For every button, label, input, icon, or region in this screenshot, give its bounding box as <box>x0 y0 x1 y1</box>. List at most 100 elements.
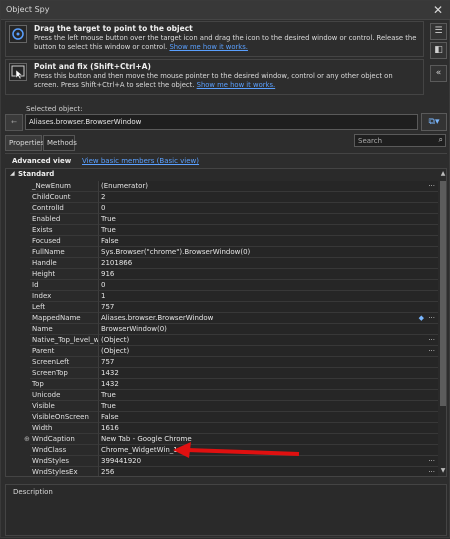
ellipsis-button[interactable]: ··· <box>428 181 435 191</box>
property-name: Enabled <box>30 214 98 225</box>
ellipsis-button[interactable]: ··· <box>428 467 435 476</box>
property-value-text: 256 <box>101 468 115 476</box>
property-value[interactable]: 0 <box>98 280 438 291</box>
point-help-link[interactable]: Show me how it works. <box>197 81 276 89</box>
ellipsis-button[interactable]: ··· <box>428 335 435 345</box>
property-value[interactable]: 256 ··· <box>98 467 438 476</box>
row-gutter <box>6 280 30 291</box>
property-value[interactable]: True <box>98 401 438 412</box>
property-value[interactable]: New Tab - Google Chrome <box>98 434 438 445</box>
property-value[interactable]: 1616 <box>98 423 438 434</box>
property-row[interactable]: FullName Sys.Browser("chrome").BrowserWin… <box>6 247 438 258</box>
property-row[interactable]: ScreenLeft 757 <box>6 357 438 368</box>
property-name: MappedName <box>30 313 98 324</box>
ellipsis-button[interactable]: ··· <box>428 346 435 356</box>
property-value[interactable]: 2101866 <box>98 258 438 269</box>
property-row[interactable]: ControlId 0 <box>6 203 438 214</box>
property-value[interactable]: True <box>98 214 438 225</box>
property-row[interactable]: Left 757 <box>6 302 438 313</box>
row-gutter <box>6 291 30 302</box>
vertical-scrollbar[interactable]: ▲ ▼ <box>439 169 446 476</box>
property-value[interactable]: 1 <box>98 291 438 302</box>
back-arrow-icon[interactable]: ← <box>5 114 23 131</box>
property-value[interactable]: (Object) ··· <box>98 335 438 346</box>
close-icon[interactable]: ✕ <box>433 3 443 17</box>
property-value[interactable]: 1432 <box>98 368 438 379</box>
property-value[interactable]: 0 <box>98 203 438 214</box>
property-value[interactable]: False <box>98 236 438 247</box>
tab-methods[interactable]: Methods <box>43 135 77 151</box>
property-value[interactable]: Aliases.browser.BrowserWindow ◆ ··· <box>98 313 438 324</box>
view-mode-bar: Advanced view View basic members (Basic … <box>5 153 447 167</box>
ellipsis-button[interactable]: ··· <box>428 456 435 466</box>
property-value[interactable]: False <box>98 412 438 423</box>
property-row[interactable]: MappedName Aliases.browser.BrowserWindow ◆… <box>6 313 438 324</box>
tab-properties[interactable]: Properties <box>5 135 44 151</box>
crosshair-target-icon[interactable] <box>9 25 27 43</box>
point-and-fix-icon[interactable] <box>9 63 27 81</box>
property-value[interactable]: Sys.Browser("chrome").BrowserWindow(0) <box>98 247 438 258</box>
property-row[interactable]: VisibleOnScreen False <box>6 412 438 423</box>
mapped-object-icon[interactable]: ◆ <box>419 313 424 323</box>
property-row[interactable]: WndClass Chrome_WidgetWin_1 <box>6 445 438 456</box>
property-row[interactable]: Index 1 <box>6 291 438 302</box>
row-gutter <box>6 192 30 203</box>
row-gutter <box>6 203 30 214</box>
object-browser-icon[interactable]: ◧ <box>430 42 447 59</box>
property-name: WndClass <box>30 445 98 456</box>
property-value[interactable]: 399441920 ··· <box>98 456 438 467</box>
property-value-text: 399441920 <box>101 457 142 465</box>
property-row[interactable]: WndStyles 399441920 ··· <box>6 456 438 467</box>
property-name: ChildCount <box>30 192 98 203</box>
property-row[interactable]: Id 0 <box>6 280 438 291</box>
search-input[interactable]: Search ⌕ <box>354 134 446 147</box>
property-row[interactable]: Parent (Object) ··· <box>6 346 438 357</box>
property-value[interactable]: True <box>98 225 438 236</box>
property-value-text: 0 <box>101 204 106 212</box>
property-value[interactable]: BrowserWindow(0) <box>98 324 438 335</box>
property-value[interactable]: True <box>98 390 438 401</box>
property-row[interactable]: ChildCount 2 <box>6 192 438 203</box>
scroll-up-icon[interactable]: ▲ <box>439 170 446 178</box>
property-row[interactable]: Width 1616 <box>6 423 438 434</box>
expand-icon[interactable]: ⊕ <box>24 434 30 445</box>
property-row[interactable]: Enabled True <box>6 214 438 225</box>
ellipsis-button[interactable]: ··· <box>428 313 435 323</box>
property-row[interactable]: Visible True <box>6 401 438 412</box>
property-row[interactable]: Focused False <box>6 236 438 247</box>
property-value[interactable]: Chrome_WidgetWin_1 <box>98 445 438 456</box>
row-gutter <box>6 247 30 258</box>
property-row[interactable]: _NewEnum (Enumerator) ··· <box>6 181 438 192</box>
selected-object-field[interactable]: Aliases.browser.BrowserWindow <box>25 114 418 130</box>
scroll-down-icon[interactable]: ▼ <box>439 467 446 475</box>
property-value-text: (Object) <box>101 336 130 344</box>
property-value[interactable]: 757 <box>98 357 438 368</box>
property-value[interactable]: 757 <box>98 302 438 313</box>
object-tree-icon[interactable]: ☰ <box>430 23 447 40</box>
property-row[interactable]: Name BrowserWindow(0) <box>6 324 438 335</box>
property-row[interactable]: Native_Top_level_window(Object) ··· <box>6 335 438 346</box>
drag-help-link[interactable]: Show me how it works. <box>169 43 248 51</box>
property-row[interactable]: ⊕ WndCaption New Tab - Google Chrome <box>6 434 438 445</box>
collapse-panel-icon[interactable]: « <box>430 65 447 82</box>
property-row[interactable]: Top 1432 <box>6 379 438 390</box>
property-row[interactable]: WndStylesEx 256 ··· <box>6 467 438 476</box>
property-value[interactable]: 916 <box>98 269 438 280</box>
property-row[interactable]: ScreenTop 1432 <box>6 368 438 379</box>
property-row[interactable]: Height 916 <box>6 269 438 280</box>
property-value[interactable]: 2 <box>98 192 438 203</box>
group-header[interactable]: ◢ Standard <box>6 169 438 180</box>
property-value[interactable]: (Object) ··· <box>98 346 438 357</box>
scrollbar-thumb[interactable] <box>440 181 446 406</box>
property-value[interactable]: (Enumerator) ··· <box>98 181 438 192</box>
basic-view-link[interactable]: View basic members (Basic view) <box>82 157 199 165</box>
row-gutter <box>6 412 30 423</box>
collapse-arrow-icon[interactable]: ◢ <box>10 170 15 177</box>
property-row[interactable]: Unicode True <box>6 390 438 401</box>
property-row[interactable]: Handle 2101866 <box>6 258 438 269</box>
description-panel: Description <box>5 484 447 536</box>
property-value-text: 0 <box>101 281 106 289</box>
highlight-object-button[interactable]: ⧉▾ <box>421 113 447 131</box>
property-value[interactable]: 1432 <box>98 379 438 390</box>
property-row[interactable]: Exists True <box>6 225 438 236</box>
